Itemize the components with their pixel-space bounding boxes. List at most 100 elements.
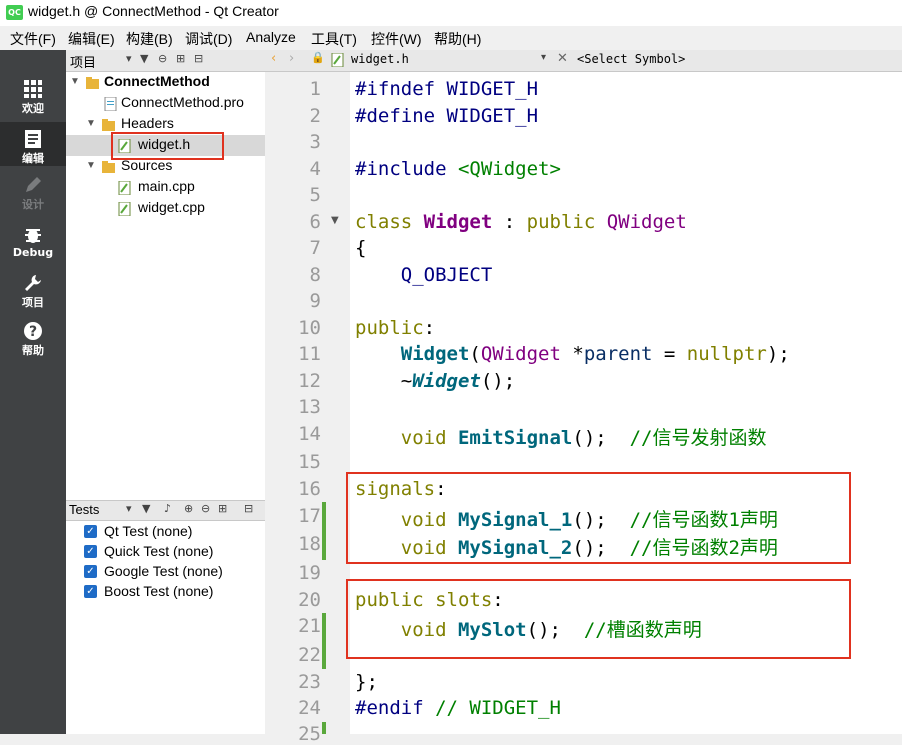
dropdown-arrow-icon[interactable]: ▾ bbox=[126, 52, 132, 65]
line-number: 13 bbox=[298, 396, 321, 418]
forward-arrow-icon[interactable]: › bbox=[289, 51, 294, 66]
menu-build[interactable]: 构建(B) bbox=[126, 29, 173, 49]
help-icon: ? bbox=[24, 322, 42, 340]
menu-debug[interactable]: 调试(D) bbox=[185, 29, 232, 49]
menu-tools[interactable]: 工具(T) bbox=[311, 29, 357, 49]
close-document-icon[interactable]: ✕ bbox=[557, 51, 568, 66]
expand-arrow-icon[interactable]: ▼ bbox=[70, 76, 80, 87]
line-number: 12 bbox=[298, 370, 321, 392]
expand-arrow-icon[interactable]: ▼ bbox=[86, 118, 96, 129]
project-panel-toolbar: 项目 ▾ ▼ ⊖ ⊞ ⊟ bbox=[66, 50, 265, 72]
test-item-label: Google Test (none) bbox=[104, 563, 223, 579]
tree-item-label: ConnectMethod bbox=[104, 73, 210, 89]
mode-debug[interactable]: Debug bbox=[0, 224, 66, 268]
source-file-icon bbox=[118, 181, 131, 195]
filter-icon[interactable]: ▼ bbox=[140, 52, 148, 65]
line-number: 6 bbox=[309, 211, 321, 233]
tree-item-label: Headers bbox=[121, 115, 174, 131]
menu-help[interactable]: 帮助(H) bbox=[434, 29, 481, 49]
line-number: 1 bbox=[309, 78, 321, 100]
open-file-selector[interactable]: widget.h bbox=[351, 52, 409, 66]
slots-highlight-box bbox=[346, 579, 851, 659]
code-line: }; bbox=[355, 671, 378, 693]
line-number: 7 bbox=[309, 237, 321, 259]
window-title: widget.h @ ConnectMethod - Qt Creator bbox=[28, 3, 279, 19]
menu-bar: 文件(F) 编辑(E) 构建(B) 调试(D) Analyze 工具(T) 控件… bbox=[0, 26, 902, 50]
mode-edit[interactable]: 编辑 bbox=[0, 122, 66, 166]
dropdown-arrow-icon[interactable]: ▾ bbox=[541, 52, 546, 63]
close-panel-icon[interactable]: ⊟ bbox=[194, 52, 203, 65]
checkbox-checked-icon[interactable]: ✓ bbox=[84, 545, 97, 558]
mode-label: 编辑 bbox=[22, 152, 44, 165]
project-panel: 项目 ▾ ▼ ⊖ ⊞ ⊟ ▼ ConnectMethod ConnectMeth… bbox=[66, 50, 265, 734]
test-item-label: Boost Test (none) bbox=[104, 583, 214, 599]
code-line: #include <QWidget> bbox=[355, 158, 561, 180]
back-arrow-icon[interactable]: ‹ bbox=[271, 51, 276, 66]
edit-document-icon bbox=[25, 130, 41, 148]
menu-analyze[interactable]: Analyze bbox=[246, 29, 296, 45]
checkbox-checked-icon[interactable]: ✓ bbox=[84, 525, 97, 538]
expand-arrow-icon[interactable]: ▼ bbox=[86, 160, 96, 171]
code-line: { bbox=[355, 237, 367, 259]
mode-label: 欢迎 bbox=[22, 102, 44, 115]
link-icon[interactable]: ⊖ bbox=[158, 52, 167, 65]
line-number: 25 bbox=[298, 723, 321, 745]
menu-controls[interactable]: 控件(W) bbox=[371, 29, 422, 49]
mode-label: 项目 bbox=[22, 296, 44, 309]
test-item-label: Quick Test (none) bbox=[104, 543, 214, 559]
code-line: #define WIDGET_H bbox=[355, 105, 539, 127]
header-file-icon bbox=[331, 53, 344, 67]
expand-all-icon[interactable]: ⊕ bbox=[184, 502, 193, 515]
filter-icon[interactable]: ▼ bbox=[142, 502, 150, 515]
project-folder-icon bbox=[86, 77, 99, 89]
code-line: void EmitSignal(); //信号发射函数 bbox=[400, 427, 767, 449]
qt-creator-app-icon: QC bbox=[6, 5, 23, 20]
menu-edit[interactable]: 编辑(E) bbox=[68, 29, 115, 49]
collapse-all-icon[interactable]: ⊖ bbox=[201, 502, 210, 515]
mode-projects[interactable]: 项目 bbox=[0, 272, 66, 316]
checkbox-checked-icon[interactable]: ✓ bbox=[84, 585, 97, 598]
code-line: ~Widget(); bbox=[400, 370, 516, 392]
editor-toolbar: ‹ › 🔒 widget.h ▾ ✕ <Select Symbol> bbox=[265, 50, 902, 72]
tests-panel-toolbar: Tests ▾ ▼ ♪ ⊕ ⊖ ⊞ ⊟ bbox=[66, 500, 265, 521]
add-split-icon[interactable]: ⊞ bbox=[218, 502, 227, 515]
project-view-selector[interactable]: 项目 bbox=[70, 52, 96, 71]
tests-view-selector[interactable]: Tests bbox=[69, 502, 99, 517]
line-number: 9 bbox=[309, 290, 321, 312]
mode-label: Debug bbox=[12, 246, 54, 259]
line-number: 3 bbox=[309, 131, 321, 153]
line-number: 15 bbox=[298, 451, 321, 473]
symbol-selector[interactable]: <Select Symbol> bbox=[577, 52, 685, 66]
code-editor[interactable]: 1 2 3 4 5 6 ▼ 7 8 9 10 11 12 13 14 15 16… bbox=[265, 72, 902, 745]
signals-highlight-box bbox=[346, 472, 851, 564]
close-panel-icon[interactable]: ⊟ bbox=[244, 502, 253, 515]
change-marker bbox=[322, 502, 326, 560]
tree-item-label: main.cpp bbox=[138, 178, 195, 194]
grid-icon bbox=[24, 80, 42, 98]
mode-welcome[interactable]: 欢迎 bbox=[0, 78, 66, 122]
source-file-icon bbox=[118, 202, 131, 216]
line-number: 23 bbox=[298, 671, 321, 693]
add-split-icon[interactable]: ⊞ bbox=[176, 52, 185, 65]
line-number: 8 bbox=[309, 264, 321, 286]
pen-icon bbox=[26, 177, 41, 192]
title-bar: QC widget.h @ ConnectMethod - Qt Creator bbox=[0, 0, 902, 26]
menu-file[interactable]: 文件(F) bbox=[10, 29, 56, 49]
line-number: 4 bbox=[309, 158, 321, 180]
code-line: class Widget : public QWidget bbox=[355, 211, 687, 233]
folder-icon bbox=[102, 119, 115, 131]
checkbox-checked-icon[interactable]: ✓ bbox=[84, 565, 97, 578]
lock-icon[interactable]: 🔒 bbox=[311, 51, 325, 64]
test-item-label: Qt Test (none) bbox=[104, 523, 193, 539]
mode-help[interactable]: ? 帮助 bbox=[0, 320, 66, 364]
line-number: 17 bbox=[298, 505, 321, 527]
mode-design[interactable]: 设计 bbox=[0, 174, 66, 218]
mode-sidebar: 欢迎 编辑 设计 Debug 项目 ? 帮助 bbox=[0, 50, 66, 734]
change-marker bbox=[322, 613, 326, 669]
code-line: Q_OBJECT bbox=[400, 264, 493, 286]
fold-arrow-icon[interactable]: ▼ bbox=[331, 215, 339, 226]
svg-text:?: ? bbox=[29, 324, 37, 340]
run-icon[interactable]: ♪ bbox=[164, 502, 171, 515]
change-marker bbox=[322, 722, 326, 734]
dropdown-arrow-icon[interactable]: ▾ bbox=[126, 502, 132, 515]
